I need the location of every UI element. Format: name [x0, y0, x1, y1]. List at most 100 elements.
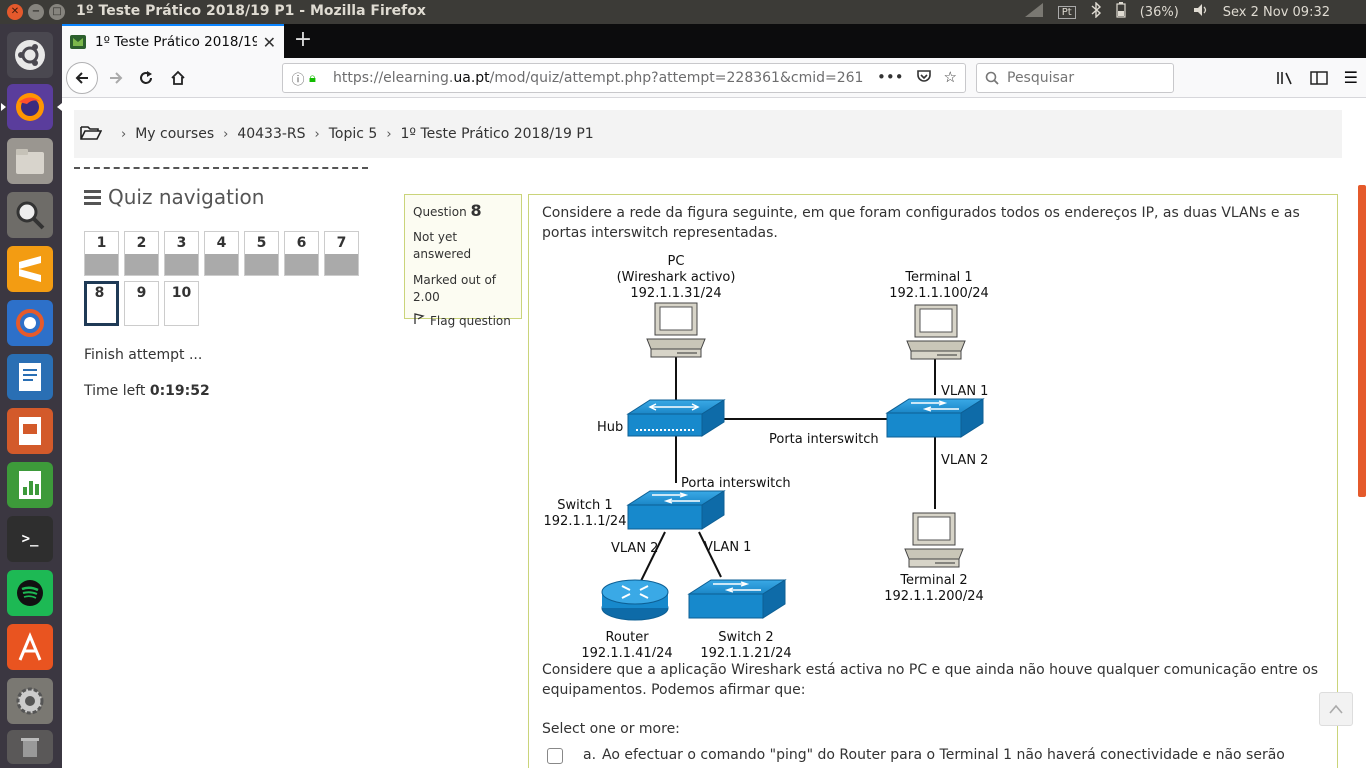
files-launcher-icon[interactable] [7, 138, 53, 184]
sublime-text-icon[interactable] [7, 246, 53, 292]
hub-icon [626, 399, 726, 437]
volume-icon[interactable] [1193, 2, 1209, 22]
question-button-9[interactable]: 9 [124, 281, 159, 326]
question-button-5[interactable]: 5 [244, 231, 279, 276]
question-button-8[interactable]: 8 [84, 281, 119, 326]
search-launcher-icon[interactable] [7, 192, 53, 238]
switch2-label: Switch 2 [718, 630, 773, 645]
interswitch-port-label-2: Porta interswitch [681, 476, 791, 491]
router-label: Router [605, 630, 649, 645]
spotify-icon[interactable] [7, 570, 53, 616]
time-left-value: 0:19:52 [149, 383, 210, 399]
calc-icon[interactable] [7, 462, 53, 508]
question-button-1[interactable]: 1 [84, 231, 119, 276]
firefox-launcher-icon[interactable] [1, 84, 62, 130]
switch2-ip-label: 192.1.1.21/24 [700, 646, 791, 657]
tab-quiz[interactable]: 1º Teste Prático 2018/19 P1 ✕ [62, 24, 284, 58]
impress-icon[interactable] [7, 408, 53, 454]
breadcrumb-separator: › [121, 126, 127, 142]
close-window-button[interactable]: ✕ [7, 4, 23, 20]
network-signal-icon[interactable] [1024, 2, 1044, 22]
hub-label: Hub [597, 420, 623, 435]
url-text[interactable]: https://elearning.ua.pt/mod/quiz/attempt… [327, 70, 877, 86]
window-controls: ✕ − □ [7, 4, 65, 20]
system-tray: Pt (36%) Sex 2 Nov 09:32 [1024, 0, 1366, 24]
question-button-7[interactable]: 7 [324, 231, 359, 276]
breadcrumb-separator: › [386, 126, 392, 142]
breadcrumb-quiz[interactable]: 1º Teste Prático 2018/19 P1 [401, 126, 594, 142]
tab-title: 1º Teste Prático 2018/19 P1 [95, 34, 257, 50]
writer-icon[interactable] [7, 354, 53, 400]
search-input[interactable] [1007, 70, 1157, 86]
network-diagram: PC (Wireshark activo) 192.1.1.31/24 Term… [544, 254, 989, 657]
sidebar-icon[interactable] [1309, 64, 1328, 95]
breadcrumb-topic[interactable]: Topic 5 [329, 126, 378, 142]
switch2-icon [687, 579, 787, 619]
terminal2-computer-icon [904, 512, 964, 568]
breadcrumb-my-courses[interactable]: My courses [135, 126, 214, 142]
question-button-10[interactable]: 10 [164, 281, 199, 326]
page-actions-icon[interactable]: ••• [877, 68, 904, 88]
answer-option-a[interactable]: a. Ao efectuar o comando "ping" do Router… [547, 745, 1307, 768]
maximize-window-button[interactable]: □ [49, 4, 65, 20]
url-actions: ••• ☆ [877, 68, 965, 88]
switch1-vlan1-label: VLAN 1 [704, 540, 751, 555]
trash-icon[interactable] [7, 730, 53, 764]
breadcrumb-course[interactable]: 40433-RS [237, 126, 305, 142]
finish-attempt-link[interactable]: Finish attempt ... [84, 347, 374, 363]
arrow-right-icon [110, 72, 123, 84]
flag-question-button[interactable]: Flag question [413, 313, 513, 328]
bluetooth-icon[interactable] [1090, 1, 1102, 22]
reload-icon [140, 71, 152, 84]
router-icon [601, 579, 669, 621]
interswitch-port-label: Porta interswitch [769, 432, 879, 447]
question-button-3[interactable]: 3 [164, 231, 199, 276]
breadcrumb-separator: › [223, 126, 229, 142]
pocket-icon[interactable] [916, 68, 932, 88]
terminal1-ip-label: 192.1.1.100/24 [889, 286, 989, 301]
lock-icon[interactable]: 🔒︎ [309, 71, 327, 86]
terminal2-label: Terminal 2 [899, 573, 967, 588]
page-content: › My courses › 40433-RS › Topic 5 › 1º T… [62, 99, 1366, 768]
close-tab-icon[interactable]: ✕ [263, 33, 276, 52]
answer-a-text[interactable]: a. Ao efectuar o comando "ping" do Router… [583, 745, 1307, 768]
home-button[interactable] [164, 64, 192, 92]
minimize-window-button[interactable]: − [28, 4, 44, 20]
site-info-icon[interactable]: ⓘ [287, 69, 309, 88]
clock[interactable]: Sex 2 Nov 09:32 [1223, 5, 1330, 20]
menu-icon[interactable]: ☰ [1344, 64, 1358, 95]
quiz-navigation-title[interactable]: Quiz navigation [84, 185, 374, 209]
router-ip-label: 192.1.1.41/24 [581, 646, 672, 657]
keyboard-layout-indicator[interactable]: Pt [1057, 5, 1076, 19]
breadcrumb: › My courses › 40433-RS › Topic 5 › 1º T… [74, 110, 1342, 158]
question-button-4[interactable]: 4 [204, 231, 239, 276]
library-icon[interactable] [1276, 64, 1294, 95]
page-scrollbar[interactable] [1356, 99, 1366, 768]
window-title: 1º Teste Prático 2018/19 P1 - Mozilla Fi… [76, 3, 426, 19]
question-button-2[interactable]: 2 [124, 231, 159, 276]
vlan1-label: VLAN 1 [941, 384, 988, 399]
url-bar[interactable]: ⓘ 🔒︎ https://elearning.ua.pt/mod/quiz/at… [282, 63, 966, 93]
reload-button[interactable] [132, 64, 160, 92]
terminal2-ip-label: 192.1.1.200/24 [884, 589, 984, 604]
scrollbar-thumb[interactable] [1358, 185, 1366, 497]
flag-icon [413, 313, 425, 328]
software-center-icon[interactable] [7, 624, 53, 670]
pc-ip-label: 192.1.1.31/24 [630, 286, 721, 301]
bookmark-star-icon[interactable]: ☆ [944, 68, 957, 88]
settings-icon[interactable] [7, 678, 53, 724]
back-button[interactable] [66, 62, 98, 94]
search-bar[interactable] [976, 63, 1174, 93]
terminal-icon[interactable]: >_ [7, 516, 53, 562]
firefox-window: 1º Teste Prático 2018/19 P1 ✕ + ⓘ 🔒︎ htt… [62, 24, 1366, 768]
answer-a-checkbox[interactable] [547, 748, 563, 764]
remmina-icon[interactable] [7, 300, 53, 346]
ubuntu-dash-icon[interactable] [7, 32, 53, 78]
question-button-6[interactable]: 6 [284, 231, 319, 276]
battery-icon[interactable] [1116, 2, 1126, 22]
terminal1-label: Terminal 1 [904, 270, 972, 285]
forward-button[interactable] [102, 64, 130, 92]
back-to-top-button[interactable] [1319, 692, 1353, 726]
new-tab-button[interactable]: + [290, 28, 316, 54]
divider [74, 167, 368, 169]
